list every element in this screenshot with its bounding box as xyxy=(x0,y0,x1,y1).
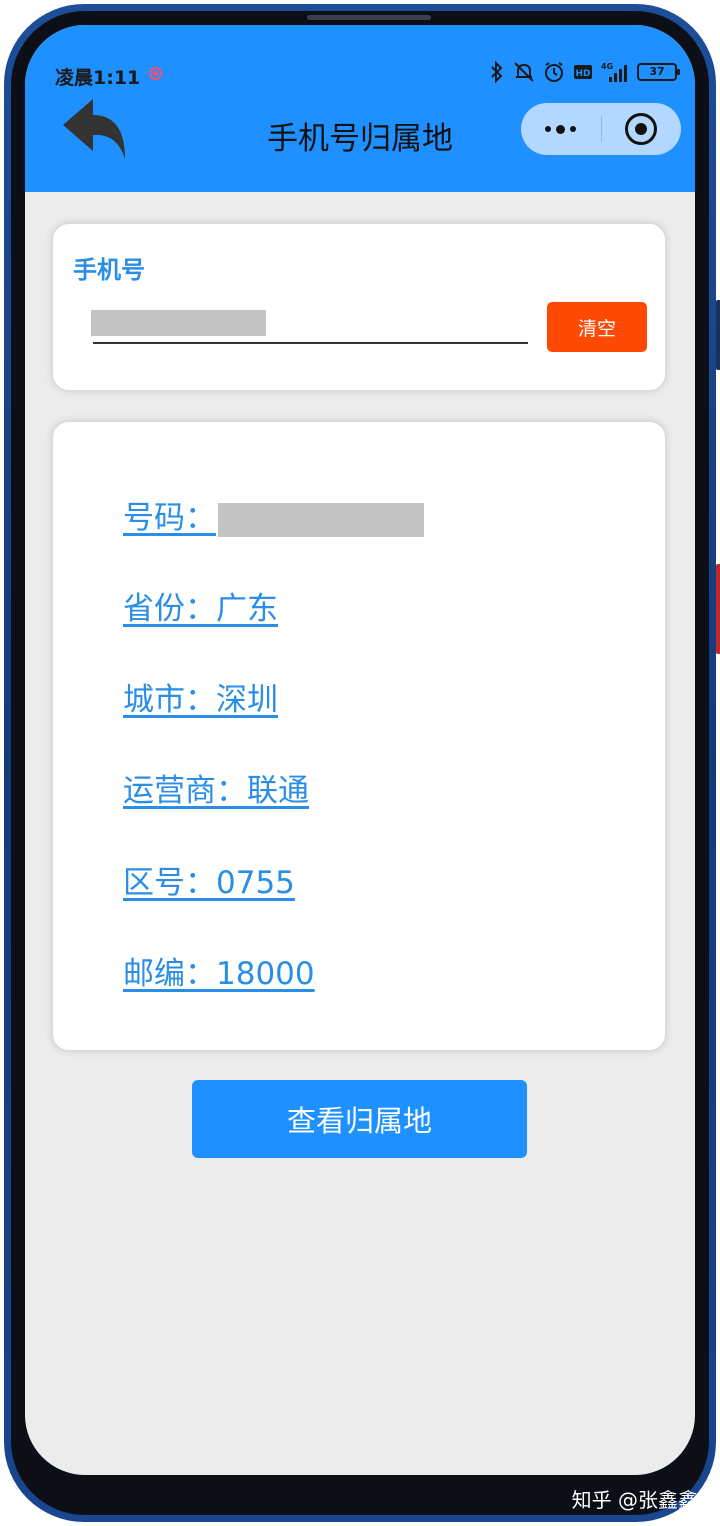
result-carrier[interactable]: 运营商：联通 xyxy=(123,765,309,810)
close-button[interactable] xyxy=(602,103,682,155)
phone-field-label: 手机号 xyxy=(73,256,145,284)
clear-button[interactable]: 清空 xyxy=(547,302,647,352)
watermark: 知乎 @张鑫鑫 xyxy=(571,1488,698,1512)
result-number[interactable]: 号码： xyxy=(123,492,424,537)
redacted-input-value xyxy=(91,310,266,336)
mini-program-capsule xyxy=(521,103,681,155)
more-dot-right xyxy=(570,126,577,132)
result-area-code[interactable]: 区号：0755 xyxy=(123,857,295,902)
power-button xyxy=(716,300,720,370)
battery-icon: 37 xyxy=(637,63,680,81)
phone-bezel: 凌晨1:11 HD 4G 37 手机号归属地 手机号 清空 号码： 省份：广东 … xyxy=(11,11,709,1515)
recording-icon xyxy=(149,67,162,80)
result-province[interactable]: 省份：广东 xyxy=(123,583,278,628)
svg-text:4G: 4G xyxy=(601,62,613,71)
more-dot-center xyxy=(556,124,566,134)
svg-text:HD: HD xyxy=(575,69,590,79)
more-dots-icon xyxy=(545,126,552,132)
result-city[interactable]: 城市：深圳 xyxy=(123,674,278,719)
more-button[interactable] xyxy=(521,103,601,155)
top-bar: 凌晨1:11 HD 4G 37 手机号归属地 xyxy=(25,25,695,192)
alarm-icon xyxy=(545,62,563,82)
speaker-grille xyxy=(307,15,431,20)
result-card: 号码： 省份：广东 城市：深圳 运营商：联通 区号：0755 邮编：18000 xyxy=(51,420,667,1052)
signal-icon: 4G xyxy=(601,62,627,82)
result-zip-code[interactable]: 邮编：18000 xyxy=(123,948,315,993)
redacted-number xyxy=(218,502,424,537)
bluetooth-icon xyxy=(491,61,503,83)
query-location-button[interactable]: 查看归属地 xyxy=(192,1080,527,1158)
bell-off-icon xyxy=(514,62,534,82)
target-icon xyxy=(625,113,658,145)
volume-button xyxy=(716,564,720,654)
phone-frame: 凌晨1:11 HD 4G 37 手机号归属地 手机号 清空 号码： 省份：广东 … xyxy=(4,4,720,1522)
status-icons: HD 4G 37 xyxy=(489,61,680,83)
status-time: 凌晨1:11 xyxy=(55,67,141,89)
number-label: 号码： xyxy=(123,500,216,536)
phone-input-card: 手机号 清空 xyxy=(51,222,667,392)
screen: 凌晨1:11 HD 4G 37 手机号归属地 手机号 清空 号码： 省份：广东 … xyxy=(25,25,695,1475)
hd-icon: HD xyxy=(574,65,592,79)
